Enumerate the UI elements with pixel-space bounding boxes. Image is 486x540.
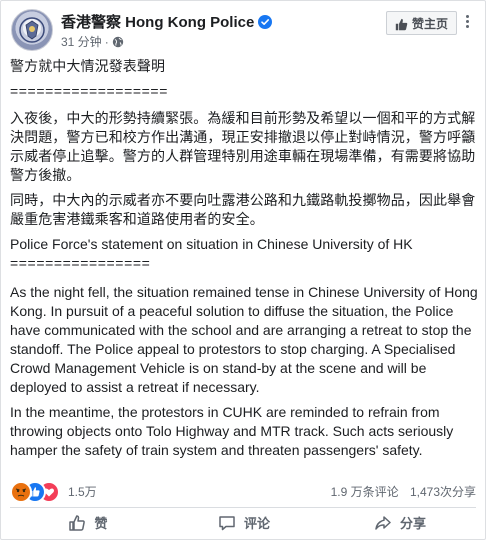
- post-header: 香港警察 Hong Kong Police 31 分钟 · 赞主页: [11, 9, 475, 53]
- comment-count[interactable]: 1.9 万条评论: [331, 485, 399, 499]
- post-meta: 31 分钟 ·: [61, 33, 124, 51]
- post-paragraph-zh-2: 同時，中大內的示威者亦不要向吐露港公路和九鐵路軌投擲物品，因此舉會嚴重危害港鐵乘…: [10, 192, 476, 227]
- share-button[interactable]: 分享: [322, 510, 478, 538]
- police-badge-icon: [19, 17, 45, 43]
- angry-icon: [10, 481, 32, 503]
- post-timestamp[interactable]: 31 分钟: [61, 35, 102, 49]
- post-title-en: Police Force's statement on situation in…: [10, 236, 413, 252]
- thumbs-up-icon: [395, 15, 408, 39]
- reaction-bar: 1.5万 1.9 万条评论 1,473次分享: [10, 480, 478, 503]
- post-card: 香港警察 Hong Kong Police 31 分钟 · 赞主页 警方就中大情況…: [0, 0, 486, 540]
- post-actions: 赞 评论 分享: [10, 510, 476, 538]
- meta-separator: ·: [104, 35, 109, 49]
- post-title-zh: 警方就中大情況發表聲明: [10, 58, 166, 74]
- page-avatar[interactable]: [11, 9, 53, 51]
- post-paragraph-en-2: In the meantime, the protestors in CUHK …: [10, 404, 454, 458]
- page-name[interactable]: 香港警察 Hong Kong Police: [61, 14, 254, 31]
- engagement-counts: 1.9 万条评论 1,473次分享: [331, 483, 476, 500]
- like-page-label: 赞主页: [411, 17, 448, 31]
- share-button-label: 分享: [399, 516, 426, 531]
- post-paragraph-zh-1: 入夜後，中大的形勢持續緊張。為緩和目前形勢及希望以一個和平的方式解決問題，警方已…: [10, 110, 476, 183]
- verified-badge-icon: [258, 15, 273, 33]
- like-outline-icon: [69, 515, 86, 531]
- share-count[interactable]: 1,473次分享: [410, 485, 476, 499]
- reaction-count[interactable]: 1.5万: [68, 483, 97, 500]
- post-body: 警方就中大情況發表聲明 ================== 入夜後，中大的形勢…: [10, 57, 480, 466]
- comment-button-label: 评论: [243, 516, 270, 531]
- comment-icon: [219, 516, 235, 531]
- divider-line-zh: ==================: [10, 83, 168, 99]
- comment-button[interactable]: 评论: [166, 510, 322, 538]
- action-divider: [10, 507, 476, 508]
- like-page-button[interactable]: 赞主页: [385, 11, 457, 35]
- like-button-label: 赞: [94, 516, 108, 531]
- like-button[interactable]: 赞: [10, 510, 166, 538]
- post-paragraph-en-1: As the night fell, the situation remaine…: [10, 284, 478, 395]
- more-options-icon[interactable]: [461, 11, 475, 31]
- page-name-link[interactable]: 香港警察 Hong Kong Police: [61, 11, 273, 33]
- share-icon: [375, 516, 391, 530]
- divider-line-en: ================: [10, 255, 151, 271]
- globe-icon[interactable]: [112, 36, 124, 51]
